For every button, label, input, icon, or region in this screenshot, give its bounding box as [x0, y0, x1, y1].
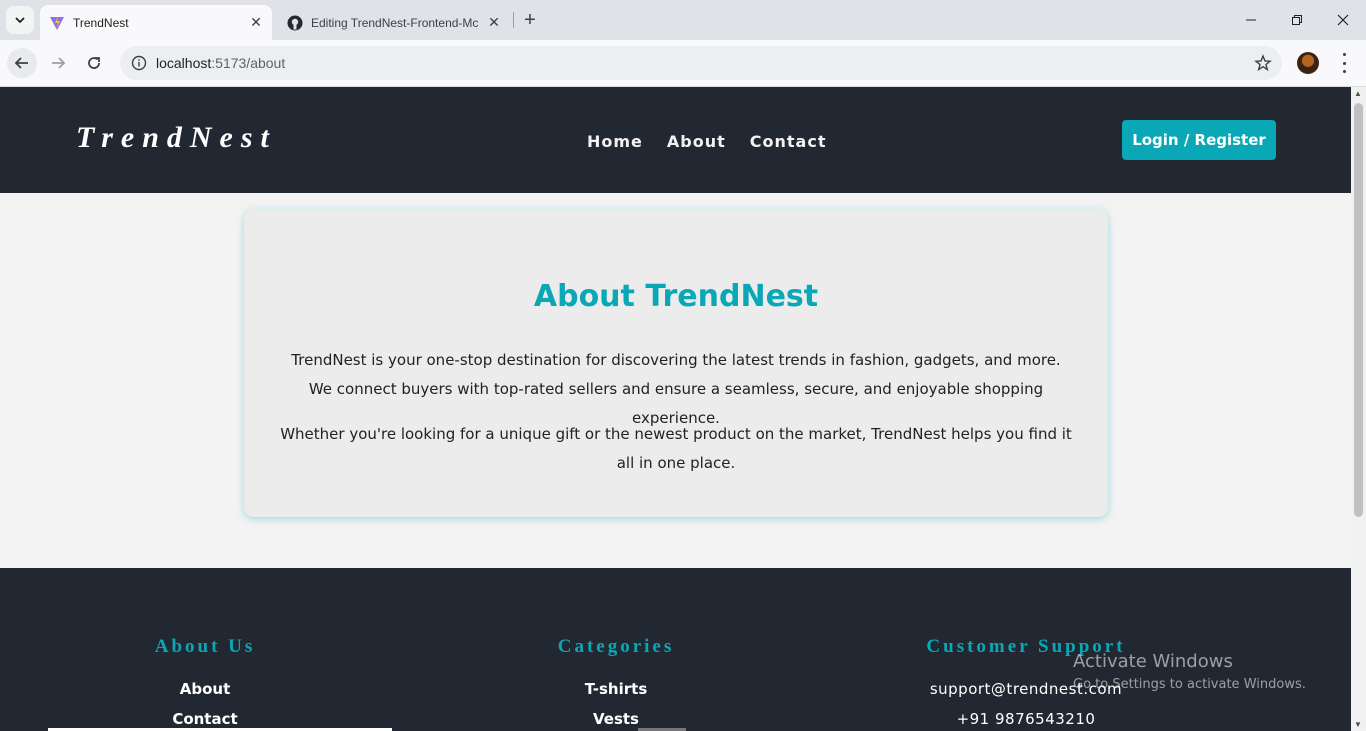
- new-tab-button[interactable]: +: [518, 8, 542, 32]
- close-icon: [1337, 14, 1349, 26]
- tab-title: Editing TrendNest-Frontend-Mc: [311, 15, 479, 30]
- page-scrollbar[interactable]: ▲ ▼: [1351, 87, 1366, 731]
- browser-tabstrip: TrendNest ✕ Editing TrendNest-Frontend-M…: [0, 0, 1366, 40]
- tab-search-button[interactable]: [6, 6, 34, 34]
- footer-tshirts-link[interactable]: T-shirts: [466, 680, 766, 698]
- site-footer: About Us About Contact Categories T-shir…: [0, 568, 1351, 731]
- main-nav: Home About Contact: [587, 132, 826, 151]
- vite-icon: [49, 15, 65, 31]
- support-phone-link[interactable]: +91 9876543210: [876, 710, 1176, 728]
- chevron-down-icon: [15, 17, 25, 24]
- tab-github[interactable]: Editing TrendNest-Frontend-Mc ✕: [278, 5, 510, 40]
- footer-about-link[interactable]: About: [55, 680, 355, 698]
- nav-about-link[interactable]: About: [667, 132, 726, 151]
- arrow-right-icon: [52, 57, 66, 69]
- page-viewport: TrendNest Home About Contact Login / Reg…: [0, 87, 1351, 731]
- footer-vests-link[interactable]: Vests: [466, 710, 766, 728]
- about-title: About TrendNest: [533, 279, 819, 314]
- footer-about-heading: About Us: [154, 636, 256, 657]
- back-button[interactable]: [7, 48, 37, 78]
- window-close-button[interactable]: [1320, 0, 1366, 40]
- site-header: TrendNest Home About Contact Login / Reg…: [0, 87, 1351, 193]
- nav-contact-link[interactable]: Contact: [750, 132, 827, 151]
- close-icon[interactable]: ✕: [484, 13, 504, 33]
- tab-trendnest[interactable]: TrendNest ✕: [40, 5, 272, 40]
- footer-about-column: About Us About Contact: [55, 636, 355, 728]
- scrollbar-thumb[interactable]: [1354, 103, 1363, 517]
- browser-toolbar: localhost:5173/about: [0, 40, 1366, 87]
- footer-contact-link[interactable]: Contact: [55, 710, 355, 728]
- site-logo[interactable]: TrendNest: [76, 121, 277, 155]
- about-card: About TrendNest TrendNest is your one-st…: [244, 209, 1108, 517]
- restore-icon: [1292, 15, 1302, 25]
- browser-menu-icon[interactable]: [1336, 53, 1352, 73]
- minimize-icon: [1246, 19, 1256, 21]
- watermark-title: Activate Windows: [1073, 651, 1233, 672]
- bookmark-star-icon[interactable]: [1254, 54, 1272, 77]
- close-icon[interactable]: ✕: [246, 13, 266, 33]
- tab-title: TrendNest: [73, 15, 129, 30]
- windows-activation-watermark: Activate Windows Go to Settings to activ…: [1073, 651, 1306, 692]
- url-text: localhost:5173/about: [156, 55, 286, 71]
- forward-button[interactable]: [43, 48, 73, 78]
- site-info-icon[interactable]: [122, 55, 156, 71]
- footer-categories-column: Categories T-shirts Vests: [466, 636, 766, 728]
- address-bar[interactable]: localhost:5173/about: [120, 46, 1282, 80]
- about-paragraph-2: Whether you're looking for a unique gift…: [280, 425, 1072, 472]
- arrow-left-icon: [14, 57, 28, 69]
- login-register-button[interactable]: Login / Register: [1122, 120, 1276, 160]
- watermark-subtitle: Go to Settings to activate Windows.: [1073, 677, 1306, 692]
- scroll-down-icon[interactable]: ▼: [1354, 720, 1362, 729]
- restore-button[interactable]: [1274, 0, 1320, 40]
- github-icon: [287, 15, 303, 31]
- reload-button[interactable]: [79, 48, 109, 78]
- scroll-up-icon[interactable]: ▲: [1354, 89, 1362, 98]
- nav-home-link[interactable]: Home: [587, 132, 643, 151]
- profile-avatar[interactable]: [1297, 52, 1319, 74]
- minimize-button[interactable]: [1228, 0, 1274, 40]
- tab-separator: [513, 12, 514, 28]
- reload-icon: [88, 57, 100, 69]
- footer-categories-heading: Categories: [557, 636, 675, 657]
